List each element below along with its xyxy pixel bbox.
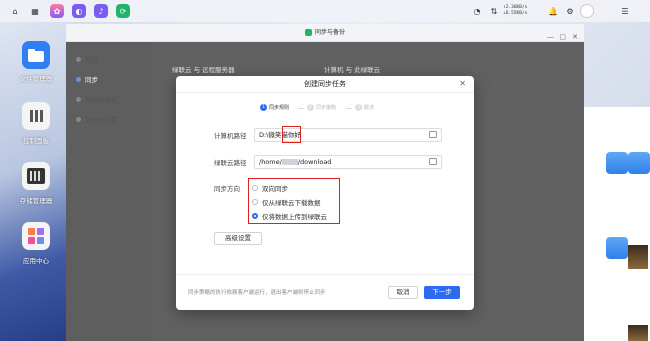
footer-note: 同步策略的执行依赖客户端运行，退出客户端则停止同步: [188, 290, 326, 296]
admin-icon: [76, 116, 81, 122]
notification-bell-icon[interactable]: 🔔: [546, 4, 560, 18]
desktop-label-app-center[interactable]: 应用中心: [10, 255, 62, 265]
step-number: 1: [260, 104, 267, 111]
control-panel-icon[interactable]: [22, 102, 50, 130]
next-button[interactable]: 下一步: [424, 286, 460, 299]
net-up-speed: 2.36KB/s: [505, 5, 528, 10]
image-thumbnail[interactable]: [628, 245, 648, 269]
step-connector: [346, 108, 352, 109]
step-label: 同步策略: [316, 105, 337, 111]
net-down-speed: 6.55KB/s: [505, 11, 528, 16]
footer-divider: [176, 274, 474, 275]
media-app-icon[interactable]: ◐: [72, 4, 86, 18]
redacted-username: [281, 159, 298, 165]
nas-path-prefix: /home/: [259, 158, 282, 166]
nas-path-suffix: /download: [297, 158, 332, 166]
advanced-settings-button[interactable]: 高级设置: [214, 232, 262, 245]
nas-path-input[interactable]: /home/ /download: [254, 155, 442, 169]
nas-path-label: 绿联云路径: [214, 159, 247, 167]
overview-icon: [76, 56, 81, 62]
sidebar-item-sync[interactable]: 同步: [76, 74, 98, 84]
step-label: 同步规则: [269, 105, 290, 111]
sidebar-label: 备份与还原: [85, 96, 118, 104]
apps-grid-icon[interactable]: ▦: [28, 4, 42, 18]
sidebar-label: 同步: [85, 76, 98, 84]
annotation-highlight-box: [248, 178, 340, 224]
section-heading-computer: 计算机 与 此绿联云: [324, 66, 381, 74]
sidebar-item-admin[interactable]: 管理员设置: [76, 114, 118, 124]
step-indicator: 1 同步规则 2 同步策略 3 概述: [176, 104, 474, 114]
cancel-button[interactable]: 取消: [388, 286, 418, 299]
step-sync-strategy: 2 同步策略: [307, 104, 336, 111]
computer-path-label: 计算机路径: [214, 132, 247, 140]
dialog-title: 创建同步任务: [176, 76, 474, 93]
window-title: 同步与备份: [314, 29, 345, 36]
menu-icon[interactable]: ☰: [618, 4, 632, 18]
sync-direction-label: 同步方向: [214, 185, 240, 193]
transfer-icon[interactable]: ⇅: [487, 4, 501, 18]
step-number: 3: [355, 104, 362, 111]
photos-app-icon[interactable]: ✿: [50, 4, 64, 18]
close-icon[interactable]: ✕: [459, 79, 466, 88]
folder-icon[interactable]: [606, 237, 628, 259]
step-label: 概述: [364, 105, 375, 111]
taskbar: ⌂ ▦ ✿ ◐ ♪ ⟳ ◔ ⇅ ↑2.36KB/s ↓6.55KB/s 🔔 ⚙ …: [0, 0, 650, 22]
sidebar-label: 总览: [85, 56, 98, 64]
step-sync-rule: 1 同步规则: [260, 104, 289, 111]
sync-app-icon[interactable]: ⟳: [116, 4, 130, 18]
step-connector: [298, 108, 304, 109]
folder-icon[interactable]: [606, 152, 628, 174]
music-app-icon[interactable]: ♪: [94, 4, 108, 18]
home-icon[interactable]: ⌂: [8, 4, 22, 18]
settings-icon[interactable]: ⚙: [563, 4, 577, 18]
step-summary: 3 概述: [355, 104, 374, 111]
sync-icon: [76, 76, 81, 82]
file-manager-icon[interactable]: [22, 41, 50, 69]
speed-gauge-icon[interactable]: ◔: [470, 4, 484, 18]
sidebar-item-backup[interactable]: 备份与还原: [76, 94, 118, 104]
backup-icon: [76, 96, 81, 102]
sidebar-label: 管理员设置: [85, 116, 118, 124]
storage-manager-icon[interactable]: [22, 162, 50, 190]
annotation-highlight-box: [282, 126, 301, 143]
sidebar-item-overview[interactable]: 总览: [76, 54, 98, 64]
music-folder-icon[interactable]: [628, 152, 650, 174]
file-manager-window: [584, 107, 650, 341]
user-avatar[interactable]: [580, 4, 594, 18]
folder-browse-icon[interactable]: [429, 158, 437, 165]
folder-browse-icon[interactable]: [429, 131, 437, 138]
step-number: 2: [307, 104, 314, 111]
window-titlebar: 同步与备份 — ▢ ✕: [66, 24, 584, 42]
image-thumbnail[interactable]: [628, 325, 648, 341]
section-heading-remote: 绿联云 与 远程服务器: [172, 66, 235, 74]
sync-app-icon: [304, 29, 312, 36]
app-center-icon[interactable]: [22, 222, 50, 250]
desktop-label-file-manager[interactable]: 文件管理器: [10, 73, 62, 83]
desktop-label-storage-manager[interactable]: 存储管理器: [10, 195, 62, 205]
network-speed: ↑2.36KB/s ↓6.55KB/s: [503, 5, 528, 16]
create-sync-task-dialog: 创建同步任务 ✕ 1 同步规则 2 同步策略 3 概述 计算机路径 D:\微笑猫你好 …: [176, 76, 474, 310]
desktop-label-control-panel[interactable]: 控制面板: [10, 135, 62, 145]
